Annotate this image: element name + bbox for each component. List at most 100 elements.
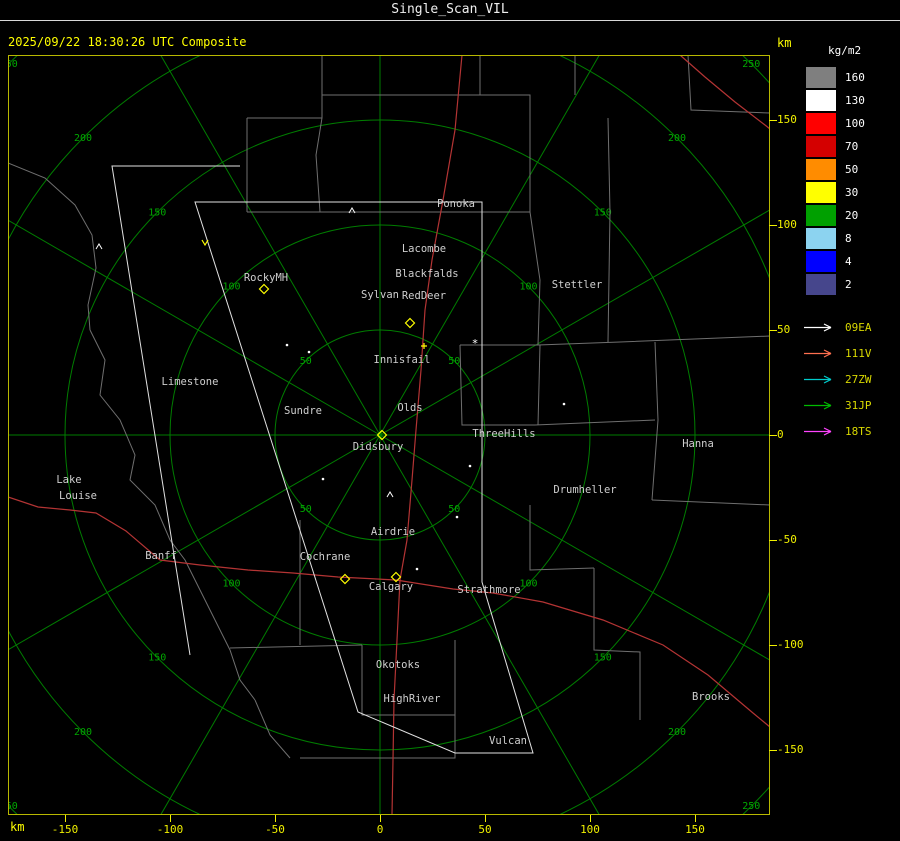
town-dot-marker — [285, 343, 289, 347]
right-axis-tick — [769, 435, 777, 436]
scale-value: 50 — [845, 163, 859, 176]
scale-swatch — [806, 182, 836, 203]
bottom-axis-unit-label: km — [10, 820, 25, 834]
right-axis-tick — [769, 225, 777, 226]
ring-distance-label: 200 — [668, 727, 686, 738]
county-boundary — [322, 94, 531, 212]
ring-distance-label: 50 — [300, 356, 312, 367]
right-axis-tick — [769, 645, 777, 646]
radar-arrow-icon — [804, 322, 832, 332]
range-spoke — [0, 215, 381, 436]
radar-row: 27ZW — [800, 366, 900, 392]
county-boundary — [315, 55, 323, 213]
bottom-axis-tick — [590, 815, 591, 822]
scale-value: 70 — [845, 140, 859, 153]
scale-swatch — [806, 90, 836, 111]
bottom-axis-label: -50 — [265, 823, 285, 836]
town-dot-marker — [455, 515, 459, 519]
county-boundary — [537, 344, 541, 426]
city-label: Louise — [59, 490, 97, 502]
bottom-axis-tick — [485, 815, 486, 822]
radar-coverage-outline — [194, 201, 534, 754]
ring-distance-label: 250 — [742, 801, 760, 812]
right-axis-tick — [769, 330, 777, 331]
ring-distance-label: 200 — [668, 133, 686, 144]
scale-row: 2 — [800, 273, 900, 296]
scale-row: 8 — [800, 227, 900, 250]
city-label: Blackfalds — [395, 268, 458, 280]
scale-value: 30 — [845, 186, 859, 199]
city-label: Hanna — [682, 438, 714, 450]
city-label: Strathmore — [457, 584, 520, 596]
right-axis-label: -100 — [777, 638, 804, 651]
scale-swatch — [806, 251, 836, 272]
radar-map: 50 5050 50100 100100 100150 150150 150200 20020… — [0, 0, 900, 841]
bottom-axis-label: 100 — [580, 823, 600, 836]
bottom-axis-label: 150 — [685, 823, 705, 836]
bottom-axis-tick — [275, 815, 276, 822]
ring-distance-label: 50 — [448, 504, 460, 515]
ring-distance-label: 100 — [222, 282, 240, 293]
scale-swatch — [806, 274, 836, 295]
town-dot-marker — [415, 567, 419, 571]
county-boundary — [254, 699, 291, 759]
city-label: Ponoka — [437, 198, 475, 210]
radar-id: 27ZW — [845, 372, 872, 386]
vil-color-scale: 160 130 100 70 50 30 20 8 4 2 — [800, 66, 900, 296]
city-label: HighRiver — [384, 693, 441, 705]
city-label: Lacombe — [402, 243, 446, 255]
scale-row: 50 — [800, 158, 900, 181]
scale-value: 160 — [845, 71, 865, 84]
county-boundary — [651, 341, 659, 501]
city-label: RockyMH — [244, 272, 288, 284]
right-axis-tick — [769, 750, 777, 751]
city-label: Okotoks — [376, 659, 420, 671]
bottom-axis-label: -100 — [156, 823, 184, 836]
legend-panel: kg/m2 160 130 100 70 50 30 20 8 4 2 09EA 111V 27ZW 3… — [800, 44, 900, 444]
scale-value: 8 — [845, 232, 852, 245]
county-boundary — [229, 644, 363, 649]
right-axis-label: 150 — [777, 113, 797, 126]
station-diamond-marker — [258, 283, 270, 295]
ring-distance-label: 100 — [519, 578, 537, 589]
bottom-axis-tick — [380, 815, 381, 822]
radar-site-list: 09EA 111V 27ZW 31JP 18TS — [800, 314, 900, 444]
station-diamond-marker — [339, 573, 351, 585]
ring-distance-label: 250 — [742, 59, 760, 70]
radar-id: 18TS — [845, 424, 872, 438]
station-diamond-marker — [404, 317, 416, 329]
ring-distance-label: 150 — [594, 653, 612, 664]
scale-value: 4 — [845, 255, 852, 268]
range-spoke — [128, 0, 381, 436]
town-dot-marker — [562, 402, 566, 406]
ring-distance-label: 250 — [8, 801, 18, 812]
county-boundary — [460, 335, 771, 346]
city-label: Didsbury — [353, 441, 404, 453]
city-label: Lake — [56, 474, 81, 486]
radar-id: 09EA — [845, 320, 872, 334]
scan-timestamp: 2025/09/22 18:30:26 UTC Composite — [8, 35, 247, 49]
right-axis-tick — [769, 120, 777, 121]
city-label: Banff — [145, 550, 177, 562]
scale-swatch — [806, 113, 836, 134]
county-boundary — [529, 505, 595, 571]
radar-row: 111V — [800, 340, 900, 366]
county-boundary — [607, 117, 611, 343]
town-dot-marker — [321, 477, 325, 481]
scale-row: 130 — [800, 89, 900, 112]
radar-arrow-icon — [804, 400, 832, 410]
scale-value: 2 — [845, 278, 852, 291]
city-label: Drumheller — [553, 484, 616, 496]
right-axis-label: 100 — [777, 218, 797, 231]
town-asterisk-marker: * — [472, 337, 479, 350]
radar-id: 31JP — [845, 398, 872, 412]
city-label: Vulcan — [489, 735, 527, 747]
county-boundary — [459, 344, 535, 426]
scale-swatch — [806, 136, 836, 157]
city-label: Airdrie — [371, 526, 415, 538]
town-dot-marker — [307, 350, 311, 354]
right-axis-label: -50 — [777, 533, 797, 546]
city-label: Sundre — [284, 405, 322, 417]
town-caret-marker — [95, 243, 103, 250]
bottom-axis-label: 0 — [376, 823, 384, 836]
